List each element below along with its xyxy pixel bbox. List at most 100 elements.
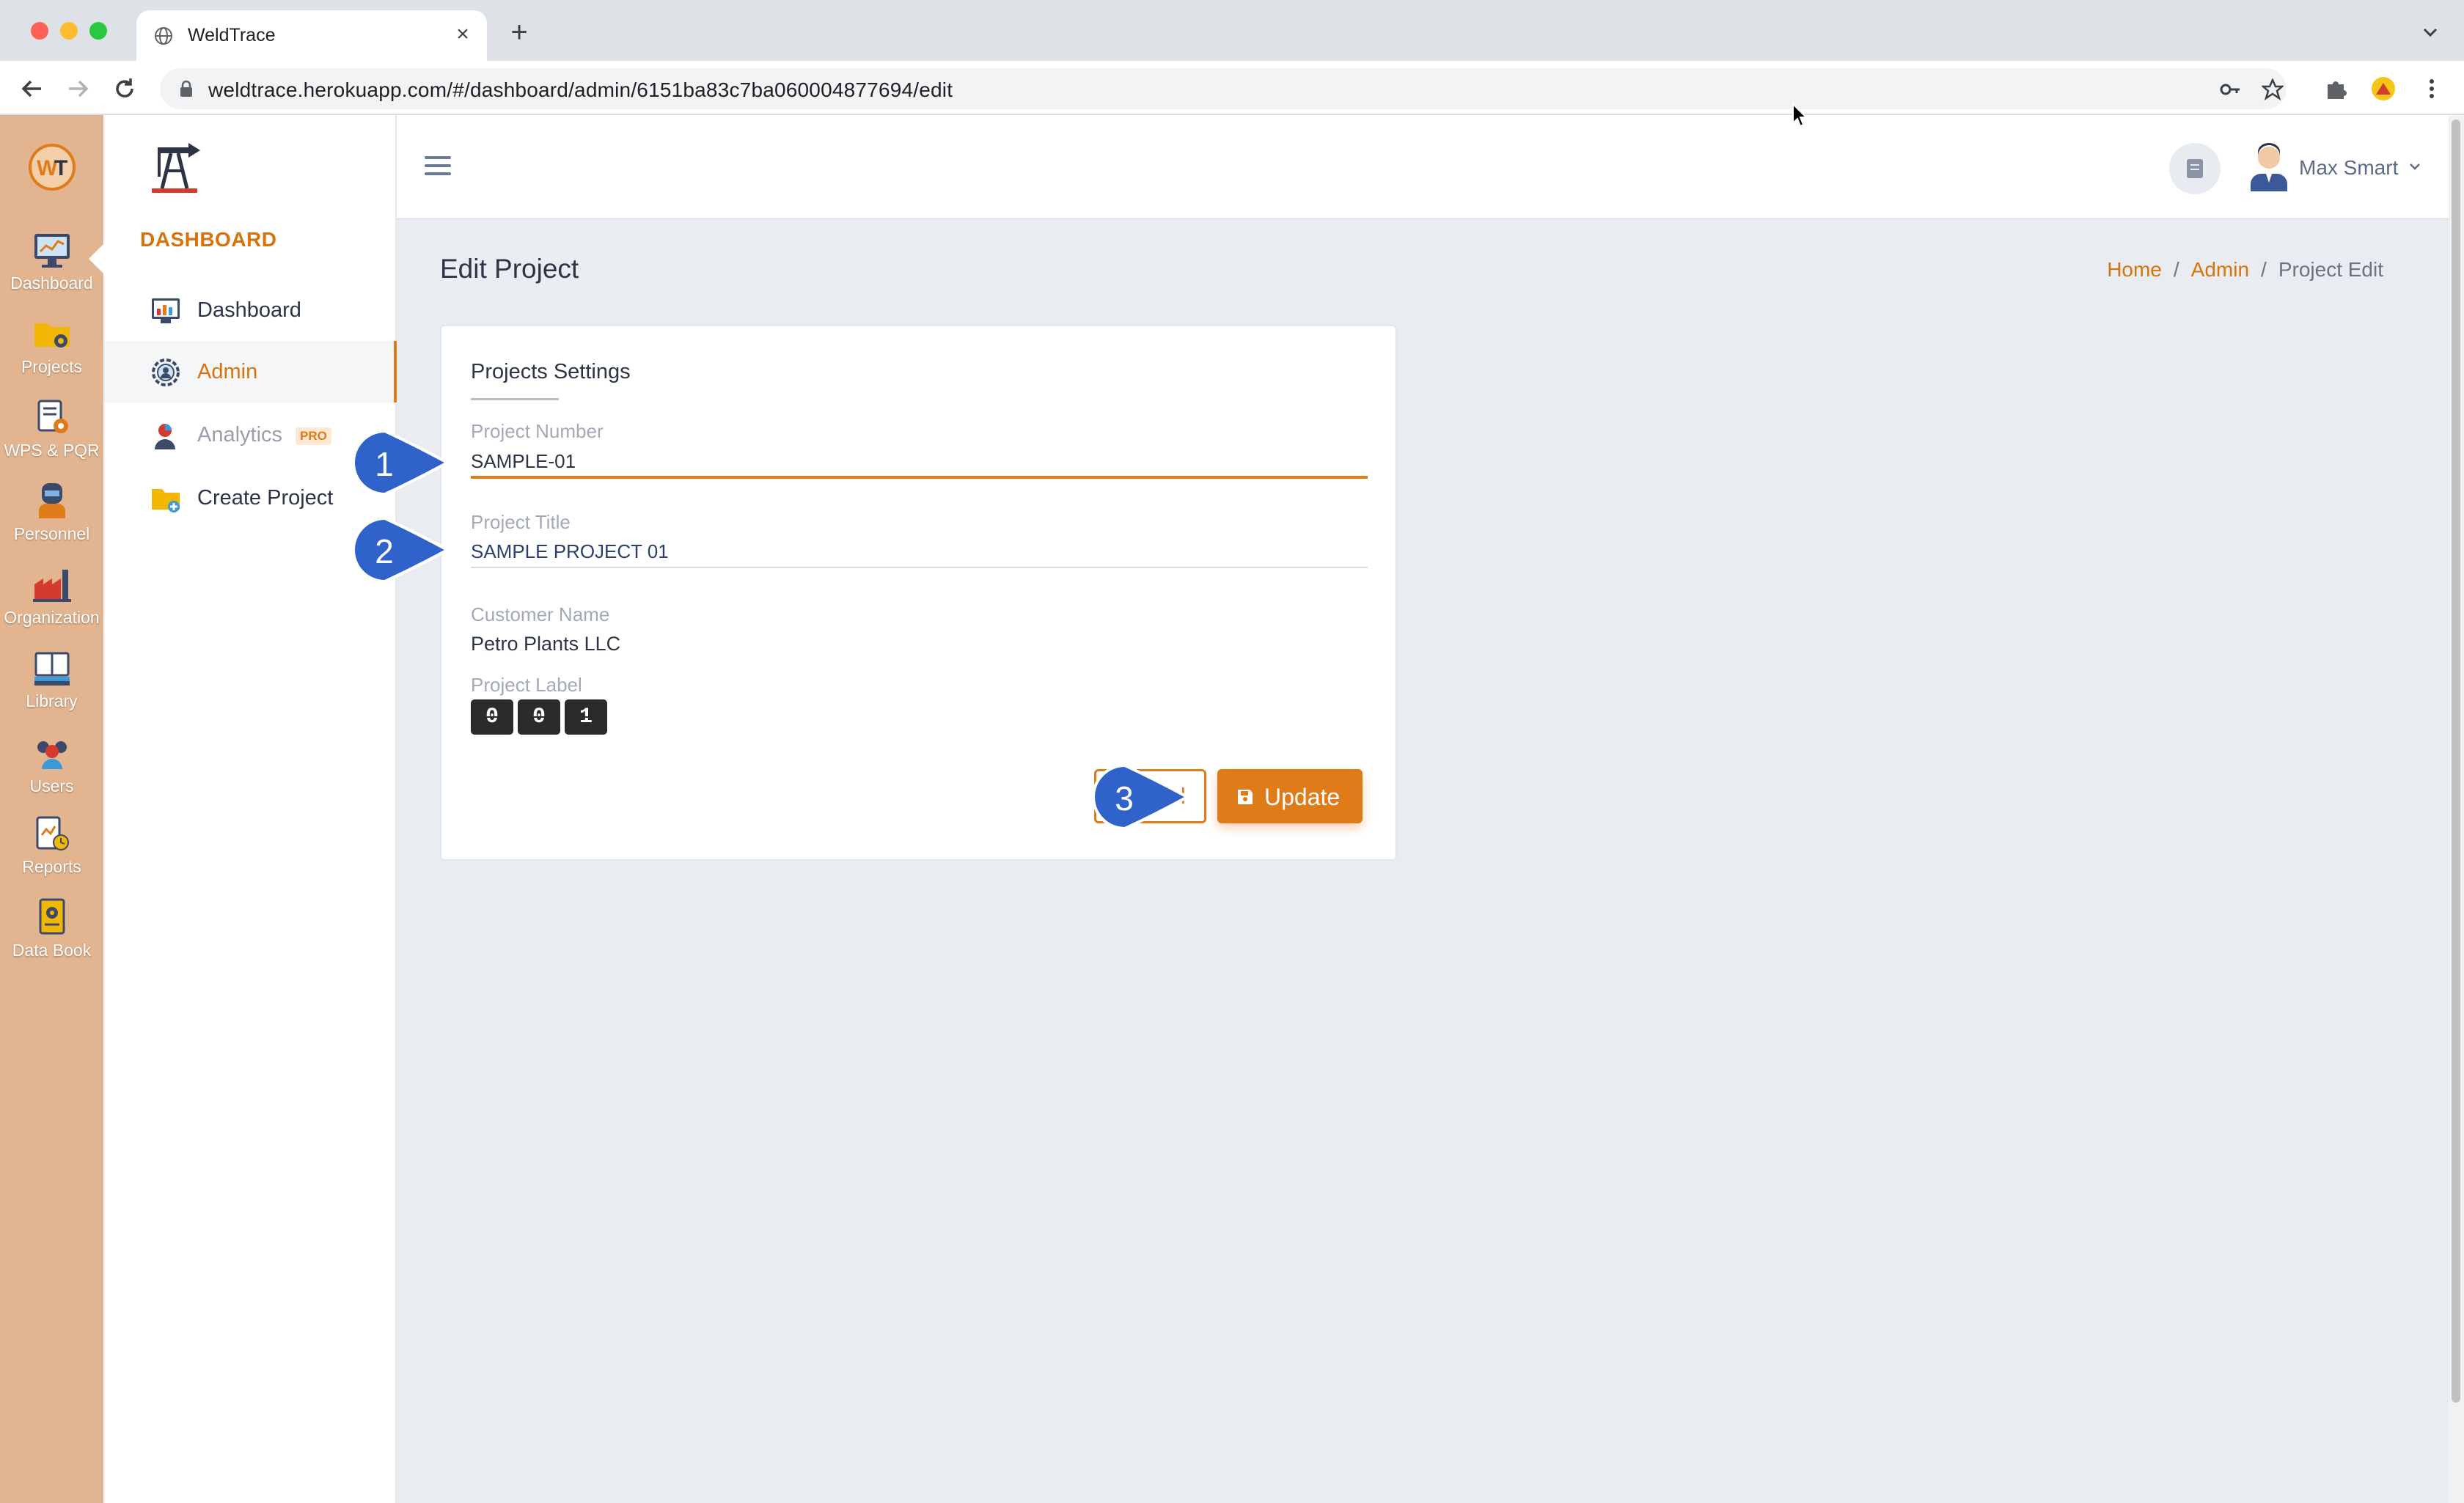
- window-minimize-button[interactable]: [60, 22, 78, 40]
- globe-icon: [155, 27, 172, 45]
- project-number-input[interactable]: [471, 447, 1368, 479]
- sidebar-item-label: Create Project: [197, 486, 334, 510]
- rail-label: Dashboard: [10, 273, 93, 293]
- rail-label: Library: [26, 691, 78, 710]
- project-label-label: Project Label: [471, 674, 582, 696]
- label-digit: 0: [471, 699, 513, 735]
- rail-item-wps-pqr[interactable]: WPS & PQR: [0, 391, 103, 471]
- page-scrollbar[interactable]: [2449, 115, 2464, 1503]
- rail-item-data-book[interactable]: Data Book: [0, 891, 103, 971]
- marker-number: 2: [375, 532, 394, 570]
- sidebar-item-dashboard[interactable]: Dashboard: [103, 279, 397, 341]
- rail-active-indicator: [89, 244, 103, 273]
- key-icon[interactable]: [2219, 78, 2241, 100]
- browser-title-bar: WeldTrace × +: [0, 0, 2464, 61]
- forward-arrow-icon[interactable]: [63, 74, 92, 103]
- user-name[interactable]: Max Smart: [2299, 156, 2398, 180]
- rail-label: Users: [29, 776, 74, 795]
- project-settings-card: Projects Settings Project Number Project…: [440, 325, 1397, 861]
- rail-item-personnel[interactable]: Personnel: [0, 474, 103, 555]
- step-marker-2: 2: [351, 515, 461, 584]
- rail-item-library[interactable]: Library: [0, 642, 103, 722]
- rail-item-users[interactable]: Users: [0, 727, 103, 807]
- factory-icon: [32, 570, 71, 602]
- app-icon-rail: W T Dashboard Projects WPS & PQR Personn…: [0, 115, 103, 1503]
- document-gear-icon: [37, 400, 68, 433]
- monitor-chart-icon: [152, 298, 180, 323]
- sidebar-item-label: Admin: [197, 360, 258, 383]
- breadcrumb: Home / Admin / Project Edit: [2107, 258, 2383, 282]
- sidebar-item-admin[interactable]: Admin: [103, 341, 397, 403]
- tab-close-icon[interactable]: ×: [450, 22, 475, 47]
- label-digit: 1: [565, 699, 607, 735]
- lock-icon[interactable]: [179, 80, 194, 98]
- rail-item-organization[interactable]: Organization: [0, 558, 103, 639]
- breadcrumb-separator: /: [2261, 258, 2267, 281]
- menu-toggle-icon[interactable]: [425, 156, 451, 178]
- update-button-label: Update: [1264, 784, 1341, 810]
- extension-avatar-icon[interactable]: [2370, 76, 2397, 102]
- project-title-label: Project Title: [471, 511, 571, 533]
- project-number-label: Project Number: [471, 420, 604, 442]
- weldtrace-logo-icon[interactable]: W T: [26, 142, 78, 193]
- folder-gear-icon: [34, 323, 70, 348]
- extensions-puzzle-icon[interactable]: [2323, 76, 2350, 102]
- breadcrumb-admin-link[interactable]: Admin: [2191, 258, 2249, 281]
- data-book-icon: [39, 898, 65, 935]
- marker-number: 3: [1115, 779, 1134, 817]
- report-clock-icon: [36, 816, 69, 850]
- rail-label: WPS & PQR: [4, 441, 100, 460]
- url-text: weldtrace.herokuapp.com/#/dashboard/admi…: [208, 78, 953, 101]
- svg-text:T: T: [54, 156, 67, 180]
- chevron-down-icon[interactable]: [2409, 162, 2421, 171]
- avatar[interactable]: [2246, 142, 2292, 191]
- users-group-icon: [37, 741, 67, 769]
- update-button[interactable]: Update: [1217, 769, 1363, 823]
- card-title-underline: [471, 398, 559, 400]
- customer-name-label: Customer Name: [471, 603, 610, 625]
- browser-menu-icon[interactable]: [2419, 76, 2445, 102]
- breadcrumb-home-link[interactable]: Home: [2107, 258, 2162, 281]
- breadcrumb-current: Project Edit: [2278, 258, 2383, 281]
- save-icon: [1238, 790, 1253, 804]
- sidebar: DASHBOARD Dashboard Admin Analytics PRO: [103, 115, 397, 1503]
- rail-label: Personnel: [13, 524, 90, 543]
- window-close-button[interactable]: [31, 22, 48, 40]
- monitor-chart-icon: [34, 234, 70, 268]
- rail-label: Organization: [4, 608, 100, 627]
- rail-item-projects[interactable]: Projects: [0, 307, 103, 388]
- card-title: Projects Settings: [471, 360, 631, 383]
- address-bar[interactable]: weldtrace.herokuapp.com/#/dashboard/admi…: [160, 68, 2287, 109]
- welder-icon: [38, 483, 65, 518]
- oil-pump-logo-icon: [152, 143, 200, 193]
- notebook-icon: [2187, 159, 2203, 178]
- reload-icon[interactable]: [110, 74, 139, 103]
- sidebar-item-label: Dashboard: [197, 298, 301, 322]
- customer-name-value: Petro Plants LLC: [471, 633, 621, 655]
- sidebar-item-label: Analytics: [197, 423, 283, 447]
- rail-label: Projects: [21, 357, 83, 376]
- rail-item-dashboard[interactable]: Dashboard: [0, 224, 103, 304]
- new-tab-button[interactable]: +: [506, 18, 532, 47]
- project-title-input[interactable]: [471, 536, 1368, 568]
- tab-title: WeldTrace: [188, 25, 276, 45]
- folder-add-icon: [152, 489, 180, 512]
- chevron-down-icon[interactable]: [2421, 23, 2439, 41]
- pro-badge: PRO: [296, 427, 331, 445]
- notebook-button[interactable]: [2169, 143, 2221, 194]
- label-digit: 0: [518, 699, 560, 735]
- mouse-cursor-icon: [1792, 103, 1808, 128]
- browser-tab[interactable]: WeldTrace ×: [136, 10, 487, 61]
- rail-label: Reports: [22, 857, 81, 876]
- breadcrumb-separator: /: [2173, 258, 2179, 281]
- scrollbar-thumb[interactable]: [2452, 120, 2460, 1403]
- star-icon[interactable]: [2262, 78, 2284, 100]
- rail-label: Data Book: [12, 941, 92, 960]
- back-arrow-icon[interactable]: [18, 74, 47, 103]
- page-title: Edit Project: [440, 254, 579, 284]
- rail-item-reports[interactable]: Reports: [0, 807, 103, 888]
- window-zoom-button[interactable]: [89, 22, 107, 40]
- analytics-person-icon: [155, 424, 175, 449]
- app-header: Max Smart: [397, 115, 2449, 218]
- gear-person-icon: [152, 359, 180, 386]
